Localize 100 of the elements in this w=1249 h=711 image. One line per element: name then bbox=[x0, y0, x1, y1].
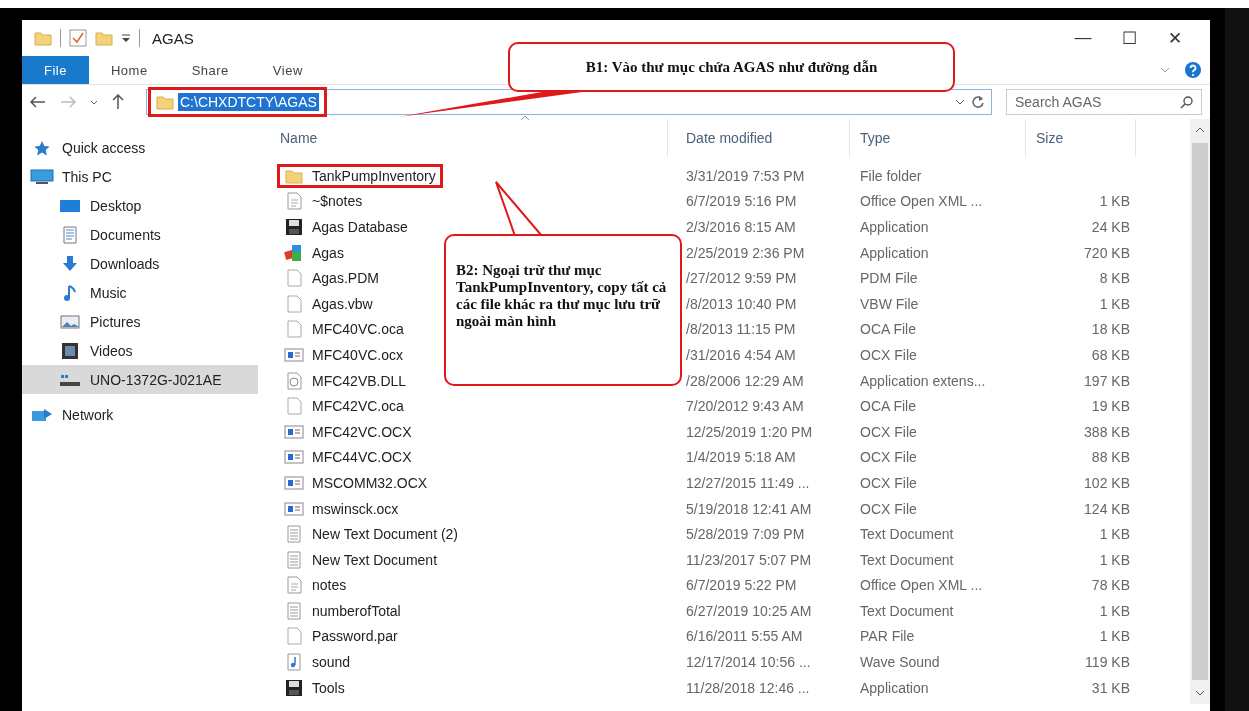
help-icon[interactable] bbox=[1184, 61, 1202, 79]
type-cell-text: Text Document bbox=[859, 602, 955, 619]
back-arrow-icon[interactable] bbox=[30, 96, 46, 108]
file-name[interactable]: Agas.PDM bbox=[312, 270, 379, 287]
type-cell-text: PAR File bbox=[859, 628, 916, 645]
blank-file-icon bbox=[284, 320, 304, 339]
size-cell-text: 720 KB bbox=[1083, 244, 1131, 261]
size-cell-text: 1 KB bbox=[1098, 602, 1131, 619]
date-cell-text: /8/2013 10:40 PM bbox=[685, 295, 798, 312]
file-name[interactable]: mswinsck.ocx bbox=[312, 500, 399, 517]
size-cell-text: 388 KB bbox=[1083, 423, 1131, 440]
column-header[interactable]: Name bbox=[270, 119, 668, 157]
date-cell-text: 6/7/2019 5:16 PM bbox=[685, 193, 798, 210]
search-icon bbox=[1180, 95, 1193, 109]
size-cell-text: 124 KB bbox=[1083, 500, 1131, 517]
file-name[interactable]: New Text Document (2) bbox=[312, 526, 458, 543]
file-name[interactable]: MFC44VC.OCX bbox=[312, 449, 412, 466]
sidebar-item[interactable]: Quick access bbox=[22, 133, 258, 162]
type-cell-text: Text Document bbox=[859, 526, 955, 543]
customize-toolbar-icon[interactable] bbox=[121, 33, 131, 43]
file-name[interactable]: MFC42VB.DLL bbox=[312, 372, 407, 389]
doc-file-icon bbox=[284, 192, 304, 211]
size-cell-text: 197 KB bbox=[1083, 372, 1131, 389]
file-name[interactable]: Tools bbox=[312, 679, 345, 696]
type-cell-text: Office Open XML ... bbox=[859, 193, 984, 210]
type-cell-text: OCX File bbox=[859, 474, 918, 491]
folder-file-icon bbox=[284, 167, 304, 184]
file-name[interactable]: Password.par bbox=[312, 628, 398, 645]
search-field[interactable]: Search AGAS bbox=[1006, 89, 1202, 115]
sidebar-item[interactable]: Desktop bbox=[22, 191, 258, 220]
ribbon-tab[interactable]: File bbox=[22, 56, 89, 84]
file-name[interactable]: sound bbox=[312, 654, 351, 671]
ocx-file-icon bbox=[284, 347, 304, 362]
date-cell-text: 6/27/2019 10:25 AM bbox=[685, 602, 813, 619]
file-name[interactable]: notes bbox=[312, 577, 347, 594]
scrollbar-thumb[interactable] bbox=[1192, 143, 1208, 680]
file-name[interactable]: New Text Document bbox=[312, 551, 437, 568]
sidebar-item[interactable]: Documents bbox=[22, 220, 258, 249]
column-header[interactable]: Date modified bbox=[668, 119, 850, 157]
minimize-button[interactable]: — bbox=[1060, 27, 1106, 49]
chevron-down-icon[interactable] bbox=[90, 99, 98, 105]
app-file-icon bbox=[284, 243, 304, 262]
address-field[interactable]: C:\CHXDTCTY\AGAS bbox=[146, 89, 992, 115]
sidebar-item[interactable]: Pictures bbox=[22, 307, 258, 336]
column-header[interactable]: Size bbox=[1026, 119, 1136, 157]
ribbon-tab[interactable]: Share bbox=[169, 56, 251, 84]
file-name[interactable]: MFC40VC.ocx bbox=[312, 346, 404, 363]
type-cell-text: File folder bbox=[859, 167, 923, 184]
type-cell-text: OCX File bbox=[859, 423, 918, 440]
sidebar-item[interactable]: Network bbox=[22, 400, 258, 429]
text-file-icon bbox=[284, 601, 304, 620]
date-cell-text: 3/31/2019 7:53 PM bbox=[685, 167, 806, 184]
size-cell-text: 31 KB bbox=[1090, 679, 1131, 696]
type-cell-text: Application extens... bbox=[859, 372, 987, 389]
sidebar-item[interactable]: UNO-1372G-J021AE bbox=[22, 365, 258, 394]
ocx-file-icon bbox=[284, 501, 304, 516]
type-cell-text: PDM File bbox=[859, 270, 919, 287]
text-file-icon bbox=[284, 550, 304, 569]
sidebar-item[interactable]: This PC bbox=[22, 162, 258, 191]
date-cell-text: /31/2016 4:54 AM bbox=[685, 346, 797, 363]
file-name[interactable]: MFC42VC.oca bbox=[312, 398, 404, 415]
maximize-button[interactable]: ☐ bbox=[1106, 27, 1152, 49]
ocx-file-icon bbox=[284, 475, 304, 490]
ribbon-tab[interactable]: Home bbox=[88, 56, 170, 84]
file-name[interactable]: MFC40VC.oca bbox=[312, 321, 404, 338]
sidebar-item[interactable]: Videos bbox=[22, 336, 258, 365]
refresh-icon[interactable] bbox=[971, 95, 985, 109]
type-cell-text: Application bbox=[859, 219, 930, 235]
up-arrow-icon[interactable] bbox=[112, 94, 124, 110]
ribbon-tab[interactable]: View bbox=[250, 56, 325, 84]
pc-icon bbox=[30, 168, 54, 185]
chevron-down-icon[interactable] bbox=[955, 99, 965, 105]
date-cell-text: /28/2006 12:29 AM bbox=[685, 372, 805, 389]
file-name[interactable]: Agas bbox=[312, 244, 344, 261]
date-cell-text: 2/3/2016 8:15 AM bbox=[685, 219, 797, 235]
scrollbar[interactable] bbox=[1190, 119, 1210, 704]
doc-file-icon bbox=[284, 576, 304, 595]
size-cell-text: 24 KB bbox=[1090, 219, 1131, 235]
column-header[interactable]: Type bbox=[850, 119, 1026, 157]
date-cell-text: 12/25/2019 1:20 PM bbox=[685, 423, 814, 440]
sidebar-item[interactable]: Music bbox=[22, 278, 258, 307]
file-name[interactable]: Agas.vbw bbox=[312, 295, 373, 312]
file-name[interactable]: MSCOMM32.OCX bbox=[312, 474, 428, 491]
type-cell-text: OCX File bbox=[859, 500, 918, 517]
type-cell-text: OCX File bbox=[859, 346, 918, 363]
file-name[interactable]: MFC42VC.OCX bbox=[312, 423, 412, 440]
blank-file-icon bbox=[284, 397, 304, 416]
type-cell-text: Office Open XML ... bbox=[859, 577, 984, 594]
date-cell-text: 1/4/2019 5:18 AM bbox=[685, 449, 797, 466]
file-name[interactable]: numberofTotal bbox=[312, 602, 401, 619]
forward-arrow-icon[interactable] bbox=[60, 96, 76, 108]
sidebar-item[interactable]: Downloads bbox=[22, 249, 258, 278]
file-name[interactable]: ~$notes bbox=[312, 193, 363, 210]
date-cell-text: /27/2012 9:59 PM bbox=[685, 270, 798, 287]
size-cell-text: 102 KB bbox=[1083, 474, 1131, 491]
properties-icon[interactable] bbox=[69, 29, 87, 47]
file-name[interactable]: Agas Database bbox=[312, 219, 408, 235]
close-button[interactable]: ✕ bbox=[1152, 27, 1198, 49]
blank-file-icon bbox=[284, 294, 304, 313]
file-name[interactable]: TankPumpInventory bbox=[312, 167, 436, 184]
